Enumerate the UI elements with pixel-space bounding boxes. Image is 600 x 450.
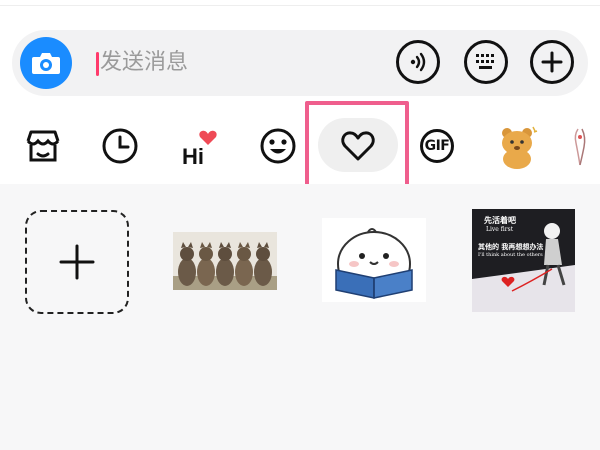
message-input-bar: 发送消息 (12, 30, 588, 96)
tab-sticker-store[interactable] (3, 108, 83, 184)
message-input[interactable]: 发送消息 (100, 46, 188, 80)
favorite-sticker-quote[interactable]: 先活着吧 Live first 其他的 我再想想办法 I'll think ab… (472, 209, 575, 312)
status-divider (0, 0, 600, 6)
bear-sticker-icon (502, 126, 538, 169)
cats-image (173, 232, 277, 290)
reading-bun-image (335, 228, 413, 299)
heart-icon (341, 131, 375, 161)
svg-text:Hi: Hi (182, 144, 204, 168)
quote-line-3: 其他的 我再想想办法 (478, 242, 544, 251)
voice-button[interactable] (396, 40, 440, 84)
quote-line-2: Live first (486, 226, 514, 233)
tab-gif[interactable]: GIF (397, 108, 477, 184)
smiley-icon (260, 128, 296, 164)
gif-icon: GIF (420, 129, 454, 163)
tab-greeting[interactable]: Hi (160, 108, 240, 184)
sticker-category-tabs: Hi GIF (0, 108, 600, 184)
keyboard-icon (476, 54, 494, 69)
store-icon (26, 130, 60, 162)
plus-icon (541, 51, 563, 73)
add-favorite-button[interactable] (25, 210, 129, 314)
plus-icon (59, 244, 95, 280)
quote-line-4: I'll think about the others (478, 252, 543, 258)
clock-icon (102, 128, 138, 164)
text-caret (96, 52, 99, 76)
tab-recent[interactable] (80, 108, 160, 184)
tab-favorites[interactable] (318, 108, 398, 184)
voice-icon (410, 52, 426, 72)
quote-line-1: 先活着吧 (484, 215, 516, 225)
favorite-sticker-cats[interactable] (173, 232, 277, 290)
tab-more-stickers[interactable] (560, 108, 600, 184)
favorites-panel: 先活着吧 Live first 其他的 我再想想办法 I'll think ab… (0, 184, 600, 450)
partial-sticker-icon (574, 128, 586, 166)
tab-emoji[interactable] (238, 108, 318, 184)
favorite-sticker-reading[interactable] (322, 218, 426, 302)
keyboard-button[interactable] (464, 40, 508, 84)
camera-button[interactable] (20, 37, 72, 89)
camera-icon (32, 53, 60, 74)
hi-heart-icon: Hi (182, 130, 217, 168)
tab-bear-stickers[interactable] (478, 108, 558, 184)
more-button[interactable] (530, 40, 574, 84)
